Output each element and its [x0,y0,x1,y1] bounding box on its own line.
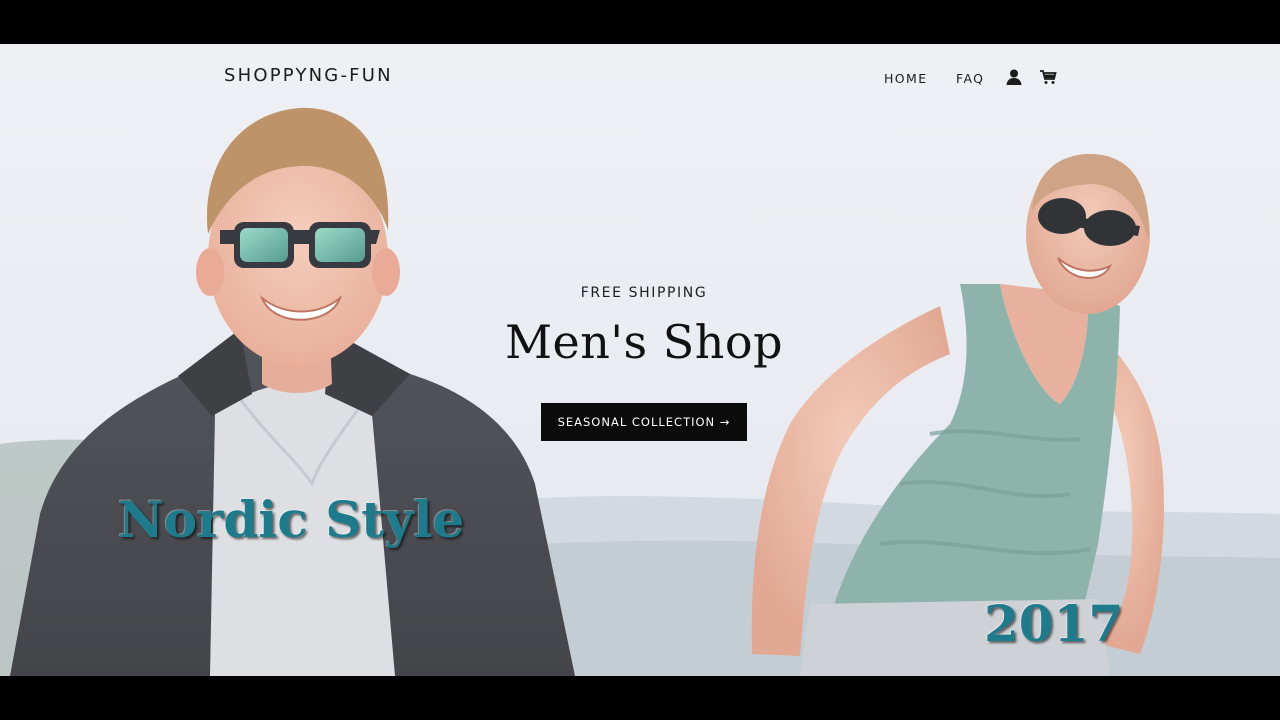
hero-banner: SHOPPYNG-FUN HOME FAQ FREE SHIPPING Men'… [0,44,1280,676]
site-header: SHOPPYNG-FUN HOME FAQ [0,44,1280,114]
free-shipping-label: FREE SHIPPING [580,285,708,301]
site-logo[interactable]: SHOPPYNG-FUN [224,65,393,86]
video-letterbox-bottom [0,676,1280,720]
year-caption: 2017 [984,594,1124,653]
video-letterbox-top [0,0,1280,44]
seasonal-collection-button[interactable]: SEASONAL COLLECTION → [541,403,747,441]
hero-title: Men's Shop [504,315,784,369]
cart-icon[interactable] [1039,68,1057,86]
nav-faq-link[interactable]: FAQ [956,71,984,86]
account-icon[interactable] [1005,68,1023,86]
nav-home-link[interactable]: HOME [884,71,928,86]
nordic-style-caption: Nordic Style [118,490,465,549]
